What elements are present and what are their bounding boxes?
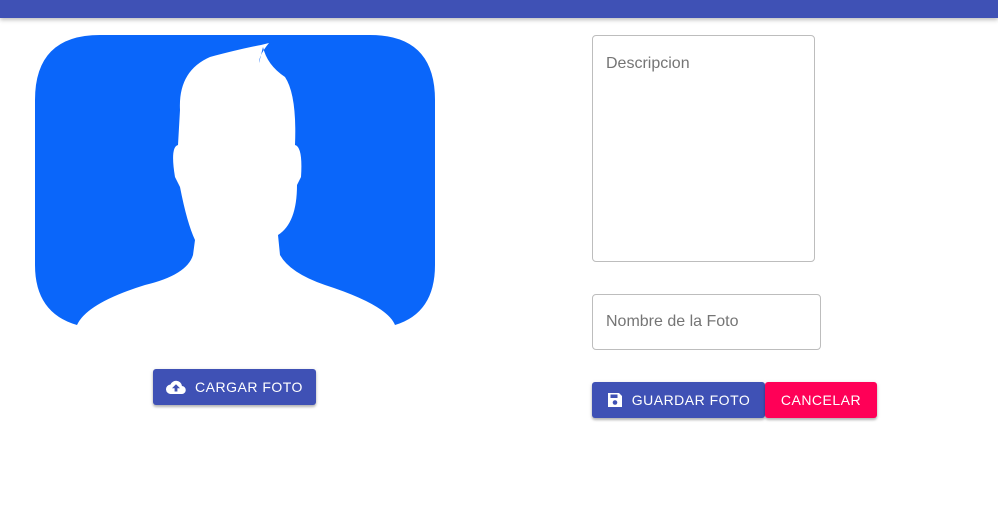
upload-photo-label: CARGAR FOTO	[195, 379, 303, 395]
save-photo-button[interactable]: GUARDAR FOTO	[592, 382, 765, 418]
save-icon	[607, 392, 623, 408]
app-toolbar	[0, 0, 998, 18]
upload-photo-button[interactable]: CARGAR FOTO	[153, 369, 316, 405]
cancel-label: CANCELAR	[780, 392, 862, 408]
description-field[interactable]	[592, 35, 815, 262]
cancel-button[interactable]: CANCELAR	[765, 382, 877, 418]
profile-photo-preview	[35, 35, 435, 325]
save-photo-label: GUARDAR FOTO	[631, 392, 751, 408]
cloud-upload-icon	[166, 380, 186, 394]
person-silhouette-icon	[35, 35, 435, 325]
photo-name-field[interactable]	[592, 294, 821, 350]
